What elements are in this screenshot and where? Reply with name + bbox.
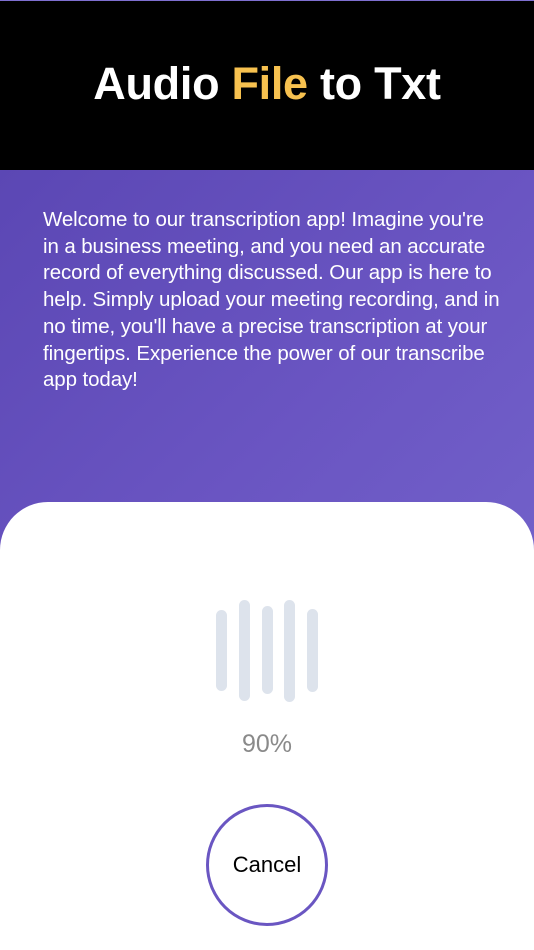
cancel-button-label: Cancel	[232, 852, 302, 877]
waveform-bar	[307, 609, 318, 692]
app-header: Audio File to Txt	[0, 0, 534, 170]
progress-percentage: 90%	[241, 730, 293, 758]
title-part-audio: Audio	[93, 58, 232, 109]
waveform-bar	[239, 600, 250, 701]
intro-section: Welcome to our transcription app! Imagin…	[0, 170, 534, 550]
audio-waveform-icon	[216, 600, 320, 702]
cancel-button[interactable]: Cancel	[206, 804, 328, 926]
title-part-to-txt: to Txt	[307, 58, 441, 109]
intro-text: Welcome to our transcription app! Imagin…	[43, 208, 500, 392]
waveform-bar	[216, 610, 227, 691]
waveform-bar	[262, 606, 273, 694]
title-part-file: File	[231, 58, 308, 109]
app-title: Audio File to Txt	[93, 58, 441, 110]
waveform-bar	[284, 600, 295, 702]
